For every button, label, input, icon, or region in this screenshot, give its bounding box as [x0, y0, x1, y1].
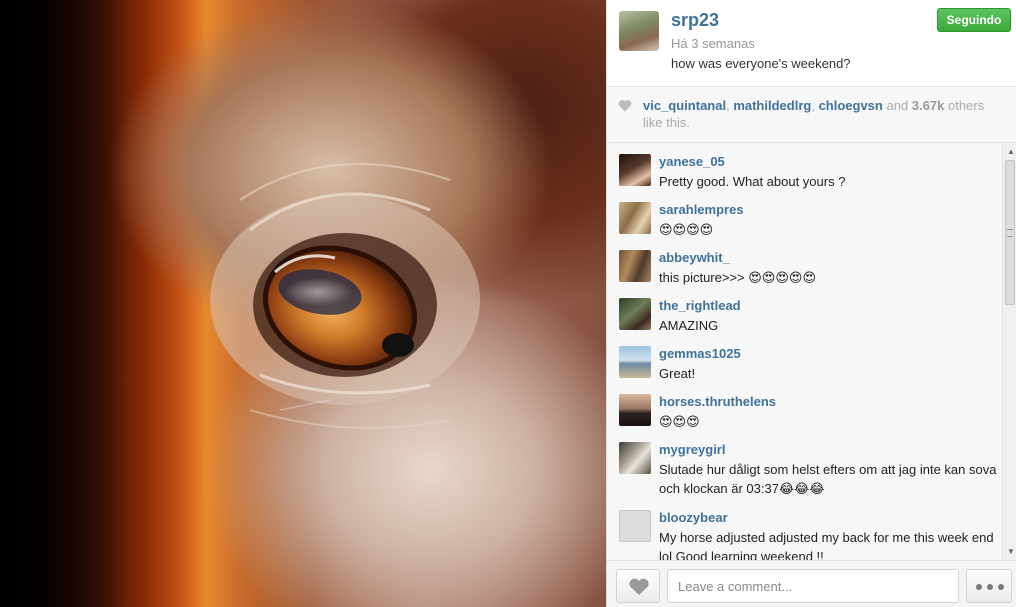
more-dot-icon	[998, 584, 1004, 590]
commenter-username[interactable]: abbeywhit_	[659, 250, 730, 265]
liker-link[interactable]: vic_quintanal	[643, 98, 726, 113]
liker-link[interactable]: mathildedlrg	[733, 98, 811, 113]
scrollbar-thumb[interactable]	[1005, 160, 1015, 305]
post-header: srp23 Há 3 semanas how was everyone's we…	[607, 0, 1016, 86]
heart-icon	[629, 578, 649, 595]
post-timestamp: Há 3 semanas	[671, 36, 755, 51]
owner-avatar[interactable]	[619, 11, 659, 51]
post-side-panel: srp23 Há 3 semanas how was everyone's we…	[606, 0, 1016, 607]
comment-text: this picture>>> 😍😍😍😍😍	[659, 270, 817, 285]
commenter-username[interactable]: yanese_05	[659, 154, 725, 169]
comment-input[interactable]	[667, 569, 959, 603]
more-dot-icon	[987, 584, 993, 590]
horse-eye-illustration	[0, 0, 480, 607]
more-dot-icon	[976, 584, 982, 590]
owner-username[interactable]: srp23	[671, 10, 719, 31]
commenter-username[interactable]: bloozybear	[659, 510, 728, 525]
scrollbar-grip-icon	[1007, 229, 1013, 237]
commenter-avatar[interactable]	[619, 346, 651, 378]
commenter-username[interactable]: horses.thruthelens	[659, 394, 776, 409]
likes-and-text: and	[886, 98, 909, 113]
separator: ,	[811, 98, 819, 113]
liker-link[interactable]: chloegvsn	[819, 98, 883, 113]
comment-text: 😍😍😍😍	[659, 222, 714, 237]
following-button[interactable]: Seguindo	[937, 8, 1011, 32]
commenter-username[interactable]: mygreygirl	[659, 442, 725, 457]
more-options-button[interactable]	[966, 569, 1012, 603]
commenter-avatar[interactable]	[619, 298, 651, 330]
post-caption: how was everyone's weekend?	[671, 56, 851, 71]
like-button[interactable]	[616, 569, 660, 603]
comments-scrollbar[interactable]: ▲ ▼	[1002, 143, 1016, 560]
commenter-avatar[interactable]	[619, 154, 651, 186]
likes-count[interactable]: 3.67k	[912, 98, 945, 113]
commenter-avatar[interactable]	[619, 202, 651, 234]
commenter-avatar[interactable]	[619, 250, 651, 282]
comment-footer	[607, 560, 1016, 607]
commenter-username[interactable]: the_rightlead	[659, 298, 741, 313]
likes-summary: vic_quintanal, mathildedlrg, chloegvsn a…	[607, 86, 1016, 143]
commenter-avatar[interactable]	[619, 510, 651, 542]
commenter-avatar[interactable]	[619, 394, 651, 426]
comment-text: Slutade hur dåligt som helst efters om a…	[659, 462, 997, 496]
scroll-down-arrow-icon[interactable]: ▼	[1007, 547, 1015, 556]
commenter-username[interactable]: gemmas1025	[659, 346, 741, 361]
comment-text: My horse adjusted adjusted my back for m…	[659, 530, 994, 560]
heart-icon	[618, 100, 632, 112]
scroll-up-arrow-icon[interactable]: ▲	[1007, 147, 1015, 156]
comment-text: Pretty good. What about yours ?	[659, 174, 846, 189]
comment-text: Great!	[659, 366, 696, 381]
comment-text: AMAZING	[659, 318, 719, 333]
post-photo	[0, 0, 606, 607]
commenter-avatar[interactable]	[619, 442, 651, 474]
comment-text: 😍😍😍	[659, 414, 700, 429]
comments-list[interactable]: yanese_05 Pretty good. What about yours …	[607, 143, 1016, 560]
commenter-username[interactable]: sarahlempres	[659, 202, 744, 217]
